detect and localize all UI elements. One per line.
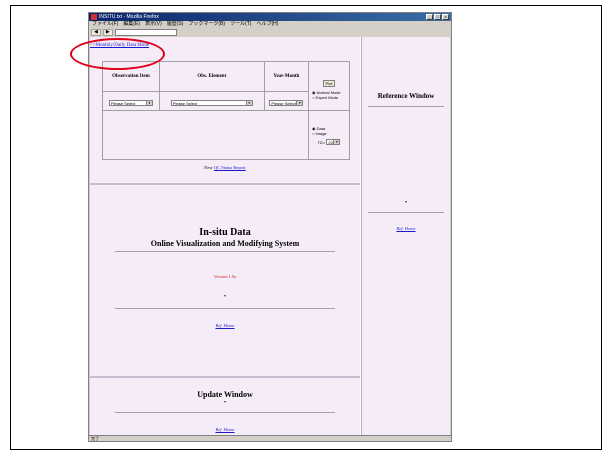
- chevron-down-icon: ▼: [245, 101, 252, 105]
- td-label: TD=: [317, 139, 326, 145]
- menu-file[interactable]: ファイル(F): [92, 21, 118, 28]
- main-ref-link[interactable]: Ref. Home: [216, 323, 235, 328]
- main-dot: •: [223, 294, 227, 300]
- menu-view[interactable]: 表示(V): [145, 21, 162, 28]
- page-content: Observation Item Obs. Element Year-Month…: [90, 37, 450, 435]
- header-obs-element: Obs. Element: [158, 61, 265, 92]
- left-frame: Observation Item Obs. Element Year-Month…: [90, 37, 360, 435]
- menu-bar: ファイル(F) 編集(E) 表示(V) 履歴(S) ブックマーク(B) ツール(…: [89, 21, 451, 28]
- update-window-title: Update Window: [197, 390, 253, 399]
- highlight-oval: [70, 38, 165, 70]
- menu-tools[interactable]: ツール(T): [230, 21, 251, 28]
- browser-window: INSITU.txt - Mozilla Firefox _ □ x ファイル(…: [88, 12, 452, 442]
- year-month-select[interactable]: Please Select ▼: [269, 100, 304, 106]
- qc-status-link[interactable]: QC Status Report: [214, 165, 246, 170]
- chevron-down-icon: ▼: [296, 101, 303, 105]
- forward-button[interactable]: ▶: [102, 28, 113, 36]
- window-title: INSITU.txt - Mozilla Firefox: [99, 14, 159, 20]
- minimize-button[interactable]: _: [426, 14, 433, 20]
- obs-element-select[interactable]: Please Select ▼: [170, 100, 253, 106]
- close-button[interactable]: x: [442, 14, 449, 20]
- main-title: In-situ Data: [199, 227, 251, 238]
- reference-rule: [368, 212, 444, 213]
- observation-item-value: Please Select: [110, 101, 136, 106]
- reference-title-rule: [368, 106, 444, 107]
- td-value: 20: [328, 139, 333, 145]
- back-button[interactable]: ◀: [91, 28, 101, 36]
- radio-image[interactable]: ○ Image: [312, 131, 349, 136]
- td-select[interactable]: 20 ▼: [326, 138, 341, 145]
- chevron-down-icon: ▼: [145, 101, 152, 105]
- year-month-value: Please Select: [271, 101, 296, 106]
- header-year-month: Year-Month: [263, 61, 310, 92]
- frame-separator-bottom: [90, 376, 360, 378]
- reference-ref-link[interactable]: Ref. Home: [397, 226, 416, 231]
- main-rule: [115, 308, 335, 309]
- maximize-button[interactable]: □: [434, 14, 441, 20]
- status-bar: 完了: [89, 435, 451, 441]
- menu-bookmarks[interactable]: ブックマーク(B): [188, 21, 225, 28]
- image-label: Image: [315, 130, 327, 136]
- plot-button[interactable]: Plot: [322, 80, 336, 87]
- qc-prefix: New: [204, 165, 214, 170]
- version-text: Version 1.0a: [213, 274, 237, 279]
- main-subtitle: Online Visualization and Modifying Syste…: [150, 239, 300, 248]
- chevron-down-icon: ▼: [333, 139, 340, 144]
- radio-expert-mode[interactable]: ○ Expert Mode: [312, 95, 349, 100]
- menu-help[interactable]: ヘルプ(H): [256, 21, 278, 28]
- menu-edit[interactable]: 編集(E): [123, 21, 140, 28]
- title-rule: [115, 251, 335, 252]
- reference-dot: •: [404, 200, 408, 206]
- reference-frame: Reference Window • Ref. Home: [361, 37, 450, 435]
- obs-element-value: Please Select: [172, 101, 198, 106]
- nav-toolbar: ◀ ▶: [89, 28, 451, 36]
- expert-mode-label: Expert Mode: [315, 95, 339, 100]
- reference-window-title: Reference Window: [377, 92, 435, 100]
- title-bar: INSITU.txt - Mozilla Firefox _ □ x: [89, 13, 451, 21]
- frame-separator-top: [90, 183, 360, 185]
- update-ref-link[interactable]: Ref. Home: [216, 427, 235, 432]
- update-dot: •: [223, 400, 227, 406]
- observation-item-select[interactable]: Please Select ▼: [108, 100, 153, 106]
- update-rule: [115, 412, 335, 413]
- app-icon: [91, 14, 97, 20]
- selection-table: Observation Item Obs. Element Year-Month…: [102, 61, 350, 160]
- qc-status-line: New QC Status Report: [90, 165, 360, 170]
- address-bar[interactable]: [114, 28, 177, 36]
- menu-history[interactable]: 履歴(S): [167, 21, 184, 28]
